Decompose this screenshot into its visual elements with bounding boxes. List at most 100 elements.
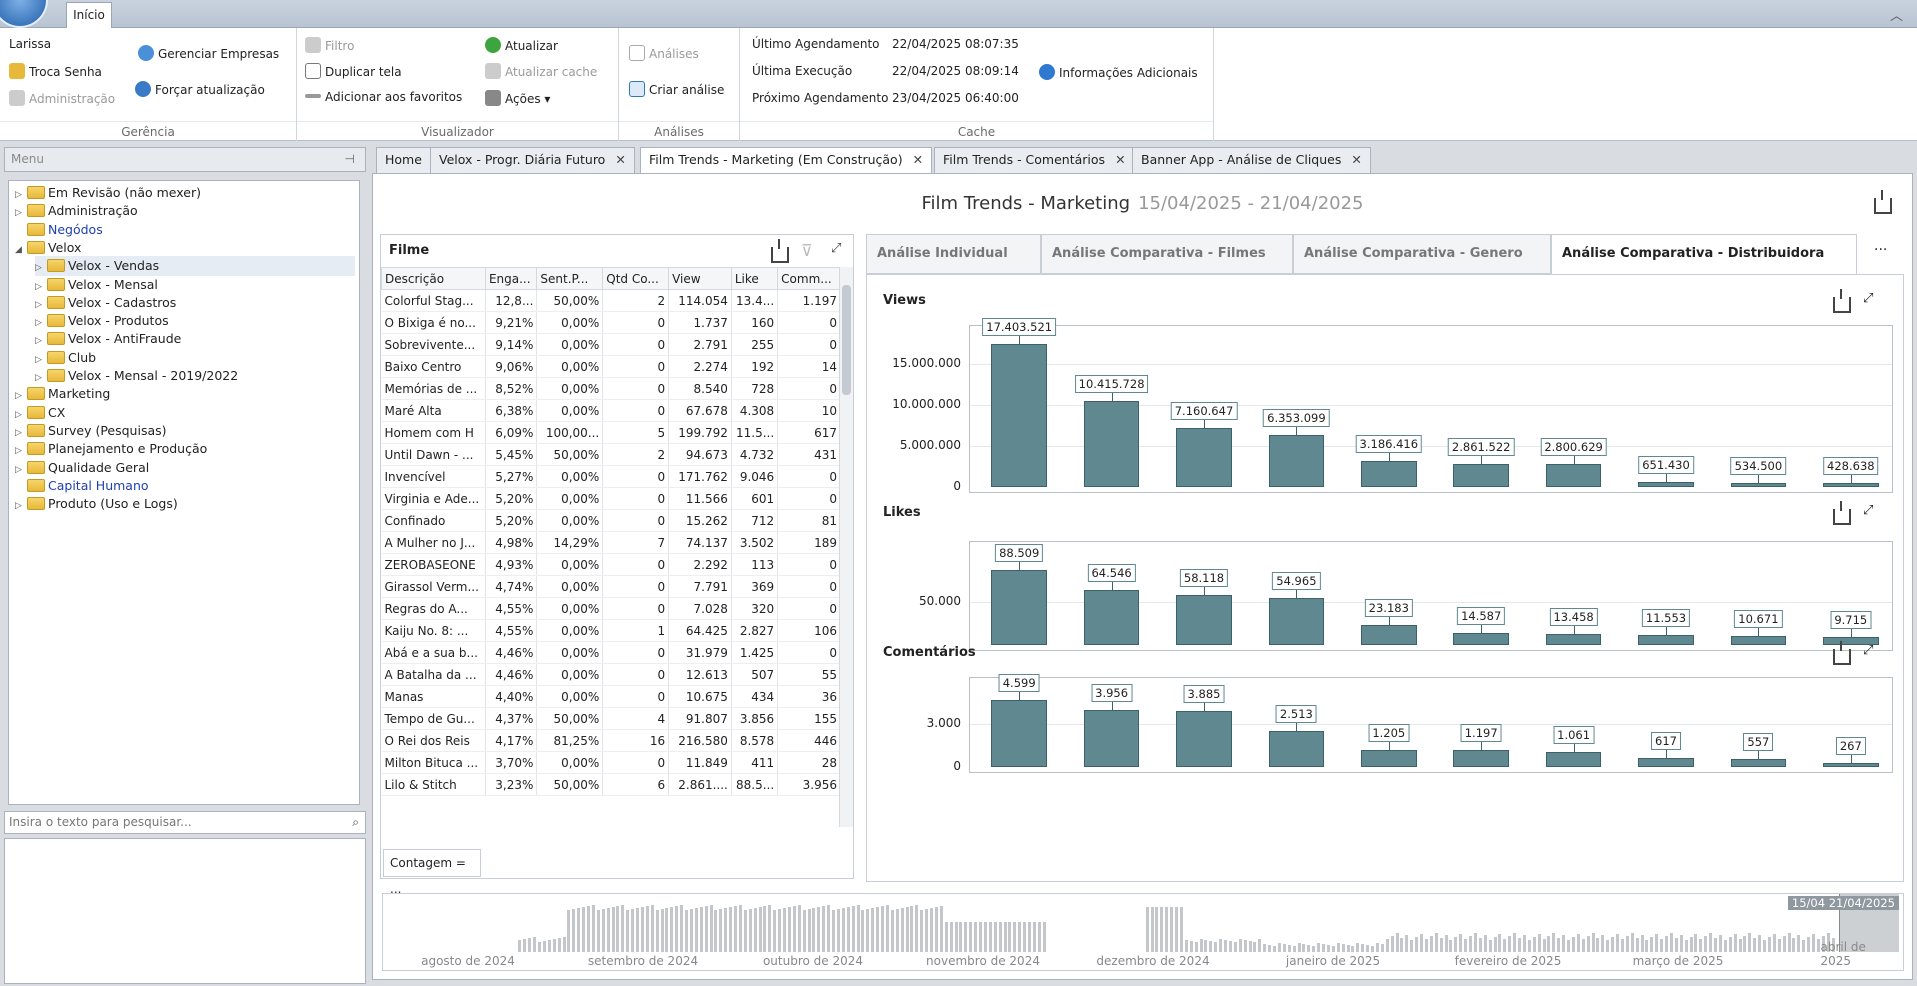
chart-bar[interactable] bbox=[1176, 710, 1232, 767]
table-row[interactable]: ZEROBASEONE 4,93% 0,00% 0 2.292 113 0 bbox=[381, 553, 841, 576]
export-icon[interactable] bbox=[1833, 501, 1851, 525]
troca-senha-button[interactable]: Troca Senha bbox=[9, 63, 102, 79]
table-row[interactable]: Until Dawn - ... 5,45% 50,00% 2 94.673 4.732 4… bbox=[381, 443, 841, 466]
administracao-button[interactable]: Administração bbox=[9, 90, 115, 106]
close-icon[interactable]: ✕ bbox=[1115, 152, 1125, 167]
clear-filter-icon[interactable]: ⊽ bbox=[801, 241, 813, 260]
chart-bar[interactable] bbox=[991, 700, 1047, 767]
chart-bar[interactable] bbox=[1361, 460, 1417, 487]
tab-analise-individual[interactable]: Análise Individual bbox=[866, 234, 1041, 274]
acoes-dropdown[interactable]: Ações ▾ bbox=[485, 90, 550, 106]
chart-bar[interactable] bbox=[1453, 749, 1509, 767]
tree-node[interactable]: ▷ CX bbox=[15, 403, 65, 423]
table-row[interactable]: A Mulher no J... 4,98% 14,29% 7 74.137 3.502 1… bbox=[381, 531, 841, 554]
tree-node[interactable]: ▷ Velox - Cadastros bbox=[35, 293, 176, 313]
pin-icon[interactable]: ⊣ bbox=[345, 148, 355, 171]
chart-bar[interactable] bbox=[1083, 709, 1140, 767]
table-row[interactable]: Tempo de Gu... 4,37% 50,00% 4 91.807 3.856 155 bbox=[381, 707, 841, 730]
table-row[interactable]: Lilo & Stitch 3,23% 50,00% 6 2.861.... 88.5..… bbox=[381, 773, 841, 796]
table-row[interactable]: Regras do A... 4,55% 0,00% 0 7.028 320 0 bbox=[381, 597, 841, 620]
table-row[interactable]: Homem com H 6,09% 100,00... 5 199.792 11.5...… bbox=[381, 421, 841, 444]
chart-bar[interactable] bbox=[1638, 481, 1694, 487]
timeline-navigator[interactable]: 15/04 21/04/2025 agosto de 2024 setembro … bbox=[382, 893, 1904, 971]
column-header[interactable]: Comm... bbox=[777, 267, 841, 290]
tree-node[interactable]: ▷ Planejamento e Produção bbox=[15, 439, 207, 459]
tab-home[interactable]: Home bbox=[376, 147, 431, 173]
table-row[interactable]: Invencível 5,27% 0,00% 0 171.762 9.046 0 bbox=[381, 465, 841, 488]
export-icon[interactable] bbox=[771, 239, 789, 263]
column-header[interactable]: Enga... bbox=[484, 267, 538, 290]
column-header[interactable]: Qtd Co... bbox=[602, 267, 670, 290]
chart-bar[interactable] bbox=[1268, 598, 1325, 645]
tree-node[interactable]: ◢ Velox bbox=[15, 238, 81, 258]
tab-velox-progr[interactable]: Velox - Progr. Diária Futuro ✕ bbox=[430, 147, 635, 173]
column-header[interactable]: Descrição bbox=[381, 267, 486, 290]
close-icon[interactable]: ✕ bbox=[615, 152, 625, 167]
table-row[interactable]: O Bixiga é no... 9,21% 0,00% 0 1.737 160 0 bbox=[381, 311, 841, 334]
chart-bar[interactable] bbox=[1730, 758, 1787, 767]
chart-bar[interactable] bbox=[1083, 401, 1140, 487]
chart-bar[interactable] bbox=[1083, 589, 1140, 645]
chart-bar[interactable] bbox=[1730, 482, 1787, 487]
table-row[interactable]: O Rei dos Reis 4,17% 81,25% 16 216.580 8.578 4… bbox=[381, 729, 841, 752]
column-header[interactable]: Sent.P... bbox=[536, 267, 604, 290]
collapse-arrow-icon[interactable]: ◢ bbox=[15, 240, 27, 260]
table-row[interactable]: Maré Alta 6,38% 0,00% 0 67.678 4.308 10 bbox=[381, 399, 841, 422]
tab-analise-distribuidora[interactable]: Análise Comparativa - Distribuidora bbox=[1551, 234, 1857, 274]
ribbon-tab-inicio[interactable]: Início bbox=[66, 2, 112, 29]
column-header[interactable]: Like bbox=[730, 267, 779, 290]
tree-node[interactable]: ▷ Qualidade Geral bbox=[15, 458, 149, 478]
chart-bar[interactable] bbox=[1361, 749, 1417, 767]
more-tabs-icon[interactable]: ··· bbox=[1874, 242, 1887, 258]
grid-scrollbar[interactable] bbox=[839, 267, 853, 827]
chart-bar[interactable] bbox=[1361, 625, 1417, 645]
maximize-icon[interactable]: ⤢ bbox=[1863, 643, 1873, 658]
tree-node[interactable]: ▷ Em Revisão (não mexer) bbox=[15, 183, 201, 203]
tree-node[interactable]: ▷ Velox - Mensal bbox=[35, 275, 158, 295]
maximize-icon[interactable]: ⤢ bbox=[1863, 291, 1873, 306]
chart-bar[interactable] bbox=[1176, 428, 1232, 487]
table-row[interactable]: Manas 4,40% 0,00% 0 10.675 434 36 bbox=[381, 685, 841, 708]
duplicar-tela-button[interactable]: Duplicar tela bbox=[305, 63, 402, 79]
close-icon[interactable]: ✕ bbox=[1351, 152, 1361, 167]
maximize-icon[interactable]: ⤢ bbox=[831, 241, 841, 256]
table-row[interactable]: Confinado 5,20% 0,00% 0 15.262 712 81 bbox=[381, 509, 841, 532]
collapse-ribbon-icon[interactable]: ︿ bbox=[1890, 5, 1903, 24]
export-icon[interactable] bbox=[1833, 289, 1851, 313]
chart-bar[interactable] bbox=[1268, 434, 1325, 487]
chart-bar[interactable] bbox=[1453, 632, 1509, 645]
tab-film-trends-marketing[interactable]: Film Trends - Marketing (Em Construção) ✕ bbox=[640, 147, 933, 174]
tree-node[interactable]: ▷ Velox - Mensal - 2019/2022 bbox=[35, 366, 238, 386]
chart-bar[interactable] bbox=[1176, 595, 1232, 645]
chart-bar[interactable] bbox=[991, 344, 1047, 487]
filtro-button[interactable]: Filtro bbox=[305, 37, 354, 53]
table-row[interactable]: Memórias de ... 8,52% 0,00% 0 8.540 728 0 bbox=[381, 377, 841, 400]
chart-bar[interactable] bbox=[1545, 464, 1602, 487]
tree-node[interactable]: ▷ Produto (Uso e Logs) bbox=[15, 494, 178, 514]
analises-button[interactable]: Análises bbox=[629, 45, 699, 61]
chart-bar[interactable] bbox=[1638, 635, 1694, 645]
tab-banner-app[interactable]: Banner App - Análise de Cliques ✕ bbox=[1132, 147, 1371, 173]
chart-bar[interactable] bbox=[1545, 633, 1602, 645]
table-row[interactable]: Abá e a sua b... 4,46% 0,00% 0 31.979 1.425 0 bbox=[381, 641, 841, 664]
chart-bar[interactable] bbox=[1545, 751, 1602, 767]
tree-node[interactable]: Capital Humano bbox=[15, 476, 149, 496]
grid-footer-summary[interactable]: Contagem = ... bbox=[383, 849, 481, 896]
tree-node[interactable]: ▷ Velox - AntiFraude bbox=[35, 329, 181, 349]
table-row[interactable]: Sobrevivente... 9,14% 0,00% 0 2.791 255 0 bbox=[381, 333, 841, 356]
chart-bar[interactable] bbox=[1453, 463, 1509, 487]
tree-node[interactable]: ▷ Survey (Pesquisas) bbox=[15, 421, 167, 441]
table-row[interactable]: Virginia e Ade... 5,20% 0,00% 0 11.566 601 0 bbox=[381, 487, 841, 510]
column-header[interactable]: View bbox=[668, 267, 732, 290]
criar-analise-button[interactable]: Criar análise bbox=[629, 81, 724, 97]
search-icon[interactable]: ⌕ bbox=[352, 812, 359, 833]
table-row[interactable]: Baixo Centro 9,06% 0,00% 0 2.274 192 14 bbox=[381, 355, 841, 378]
expand-arrow-icon[interactable]: ▷ bbox=[15, 496, 27, 516]
tree-node[interactable]: ▷ Administração bbox=[15, 201, 138, 221]
chart-bar[interactable] bbox=[1730, 635, 1787, 645]
table-row[interactable]: Kaiju No. 8: ... 4,55% 0,00% 1 64.425 2.827 10… bbox=[381, 619, 841, 642]
tab-film-trends-comentarios[interactable]: Film Trends - Comentários ✕ bbox=[934, 147, 1135, 173]
forcar-atualizacao-button[interactable]: Forçar atualização bbox=[135, 81, 265, 97]
tab-analise-filmes[interactable]: Análise Comparativa - Filmes bbox=[1041, 234, 1293, 274]
tree-node[interactable]: ▷ Velox - Produtos bbox=[35, 311, 169, 331]
